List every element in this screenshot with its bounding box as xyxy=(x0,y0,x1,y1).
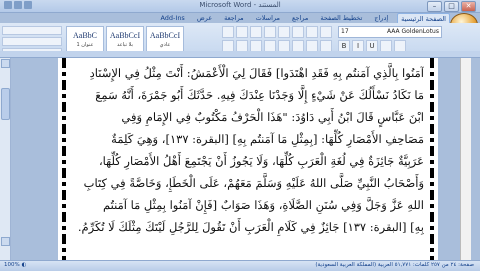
show-marks-button[interactable] xyxy=(306,26,318,38)
text-line: مَا نَكَادُ نَسْأَلُكَ عَنْ شَيْءٍ إِلَّ… xyxy=(95,88,424,102)
redo-icon[interactable] xyxy=(24,1,32,9)
tab-view[interactable]: عرض xyxy=(194,13,215,23)
style-item[interactable]: AaBbC عنوان 1 xyxy=(66,26,104,54)
tab-review[interactable]: مراجعة xyxy=(221,13,247,23)
font-name-value: AAA GoldenLotus xyxy=(386,28,439,35)
save-icon[interactable] xyxy=(4,1,12,9)
text-line: آمَنُوا بِالَّذِي آمَنتُم بِهِ فَقَدِ اه… xyxy=(89,66,424,80)
tab-mailings[interactable]: مراسلات xyxy=(253,13,283,23)
ribbon: AaBbC عنوان 1 AaBbCcI بلا تباعد AaBbCcI … xyxy=(0,23,480,58)
text-line: عَرَبِيَّةٌ جَائِزَةٌ فِي لُغَةِ الْعَرَ… xyxy=(98,154,424,168)
multilevel-button[interactable] xyxy=(250,26,262,38)
quick-access-toolbar xyxy=(4,1,32,9)
maximize-button[interactable]: □ xyxy=(444,1,459,12)
text-line: بِهِ] [البقرة: ١٣٧] جَائِزٌ فِي كَلَامِ … xyxy=(77,220,424,234)
font-size-value[interactable]: 17 xyxy=(341,27,349,37)
vertical-scrollbar[interactable] xyxy=(0,58,11,260)
tab-home[interactable]: الصفحة الرئيسية xyxy=(397,13,450,23)
tab-insert[interactable]: إدراج xyxy=(371,13,391,23)
title-bar: Microsoft Word - المستند – □ ✕ xyxy=(0,0,480,13)
text-line: وَأَصْحَابُ النَّبِيِّ صَلَّى اللهُ عَلَ… xyxy=(83,176,424,190)
ribbon-group-labels xyxy=(0,51,480,57)
sort-button[interactable] xyxy=(292,26,304,38)
styles-gallery: AaBbC عنوان 1 AaBbCcI بلا تباعد AaBbCcI … xyxy=(66,26,184,54)
rtl-button[interactable] xyxy=(320,26,332,38)
undo-icon[interactable] xyxy=(14,1,22,9)
numbering-button[interactable] xyxy=(236,26,248,38)
bullets-button[interactable] xyxy=(222,26,234,38)
minimize-button[interactable]: – xyxy=(427,1,442,12)
close-button[interactable]: ✕ xyxy=(461,1,476,12)
document-text[interactable]: آمَنُوا بِالَّذِي آمَنتُم بِهِ فَقَدِ اه… xyxy=(72,62,424,238)
zoom-level[interactable]: 100% ◐ xyxy=(4,262,26,268)
status-bar: 100% ◐ صفحة: ٢٤ من ٢٥٧ كلمات: ٥١,٧٧١ الع… xyxy=(0,260,480,271)
ribbon-tabs: الصفحة الرئيسية إدراج تخطيط الصفحة مراجع… xyxy=(0,13,454,23)
tab-add-ins[interactable]: Add-Ins xyxy=(157,13,187,23)
vertical-ruler xyxy=(460,58,471,260)
page-border-left xyxy=(62,58,66,260)
decrease-indent-button[interactable] xyxy=(264,26,276,38)
tab-page-layout[interactable]: تخطيط الصفحة xyxy=(317,13,365,23)
scroll-thumb[interactable] xyxy=(1,88,10,120)
font-group: 17 AAA GoldenLotus B I U xyxy=(338,26,442,52)
page-border-right xyxy=(430,58,434,260)
style-item[interactable]: AaBbCcI عادي xyxy=(146,26,184,54)
increase-indent-button[interactable] xyxy=(278,26,290,38)
find-button[interactable] xyxy=(2,26,62,35)
paragraph-group xyxy=(222,26,332,52)
document-page[interactable]: آمَنُوا بِالَّذِي آمَنتُم بِهِ فَقَدِ اه… xyxy=(58,58,438,260)
tab-references[interactable]: مراجع xyxy=(289,13,311,23)
scroll-up-button[interactable] xyxy=(1,59,10,68)
text-line: مَصَاحِفِ الأَمْصَارِ كُلِّهَا: [بِمِثْل… xyxy=(111,132,424,146)
window-title: Microsoft Word - المستند xyxy=(199,1,281,9)
scroll-down-button[interactable] xyxy=(1,237,10,246)
replace-button[interactable] xyxy=(2,37,62,46)
status-info: صفحة: ٢٤ من ٢٥٧ كلمات: ٥١,٧٧١ العربية (ا… xyxy=(315,262,474,268)
style-item[interactable]: AaBbCcI بلا تباعد xyxy=(106,26,144,54)
font-name-select[interactable]: 17 AAA GoldenLotus xyxy=(338,26,442,38)
text-line: اللهِ عَزَّ وَجَلَّ وَفِي سُنَنِ الصَّلَ… xyxy=(103,198,424,212)
text-line: ابْنَ عَبَّاسٍ قَالَ ابْنُ أَبِي دَاوُدَ… xyxy=(121,110,424,124)
